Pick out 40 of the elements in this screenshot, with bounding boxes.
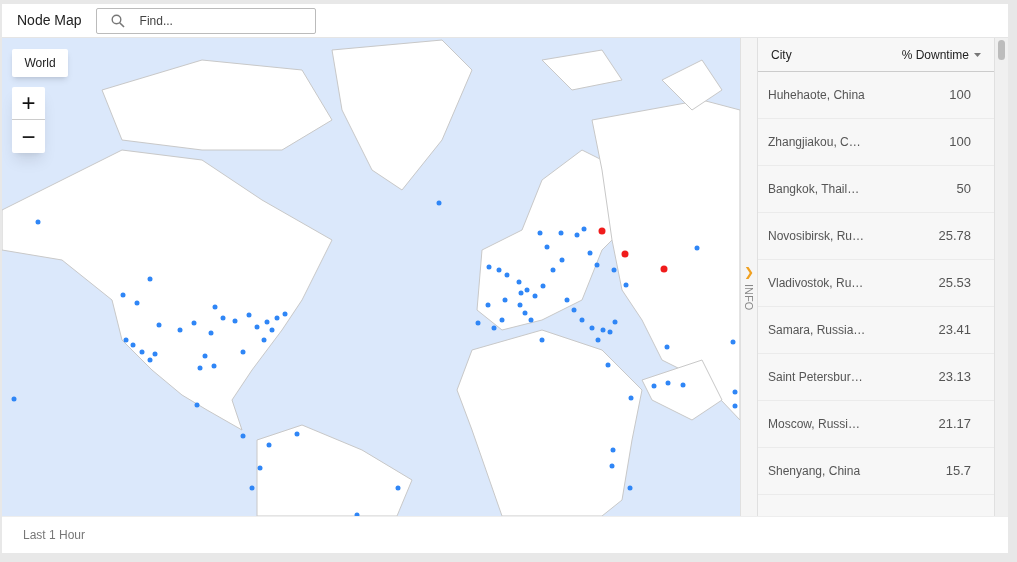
region-button[interactable]: World (12, 49, 68, 77)
table-row[interactable]: Bangkok, Thail… 50 (758, 166, 994, 213)
scrollbar-thumb[interactable] (998, 40, 1005, 60)
table-row[interactable]: Huhehaote, China 100 (758, 72, 994, 119)
table-row[interactable]: Novosibirsk, Ru… 25.78 (758, 213, 994, 260)
table-row[interactable]: Samara, Russia… 23.41 (758, 307, 994, 354)
app-title: Node Map (17, 11, 82, 30)
downtime-cell-text: 100 (949, 86, 971, 105)
city-cell-text: Novosibirsk, Ru… (768, 228, 865, 245)
table-row[interactable]: Saint Petersbur… 23.13 (758, 354, 994, 401)
downtime-cell-text: 50 (956, 180, 971, 199)
table-row[interactable]: Vladivostok, Ru… 25.53 (758, 260, 994, 307)
city-cell-text: Vladivostok, Ru… (768, 275, 864, 292)
column-header[interactable]: % Downtime (901, 45, 981, 64)
city-cell-text: Huhehaote, China (768, 87, 865, 104)
info-label: INFO (742, 284, 757, 311)
column-header[interactable]: City (771, 45, 792, 64)
downtime-cell-text: 100 (949, 133, 971, 152)
expander-icon: ❯ (744, 266, 754, 278)
downtime-cell-text: 15.7 (945, 462, 971, 481)
table-row[interactable]: Zhangjiakou, C… 100 (758, 119, 994, 166)
city-cell-text: Saint Petersbur… (768, 369, 863, 386)
city-cell-text: Moscow, Russi… (768, 416, 861, 433)
search-field[interactable]: Find... (95, 7, 316, 34)
city-cell-text: Bangkok, Thail… (768, 181, 860, 198)
downtime-cell-text: 21.17 (938, 415, 971, 434)
zoom-out-button[interactable]: − (12, 120, 45, 153)
downtime-cell-text: 23.13 (938, 368, 971, 387)
city-cell-text: Zhangjiakou, C… (768, 134, 861, 151)
search-icon (110, 13, 125, 28)
downtime-cell-text: 25.78 (938, 227, 971, 246)
city-cell-text: Samara, Russia… (768, 322, 866, 339)
zoom-in-button[interactable]: + (12, 87, 45, 120)
downtime-cell-text: 25.53 (938, 274, 971, 293)
time-range-label[interactable]: Last 1 Hour (23, 526, 86, 544)
table-row[interactable]: Shenyang, China 15.7 (758, 448, 994, 495)
table-row[interactable]: Moscow, Russi… 21.17 (758, 401, 994, 448)
city-cell-text: Shenyang, China (768, 463, 861, 480)
downtime-cell-text: 23.41 (938, 321, 971, 340)
caret-icon (974, 52, 981, 57)
